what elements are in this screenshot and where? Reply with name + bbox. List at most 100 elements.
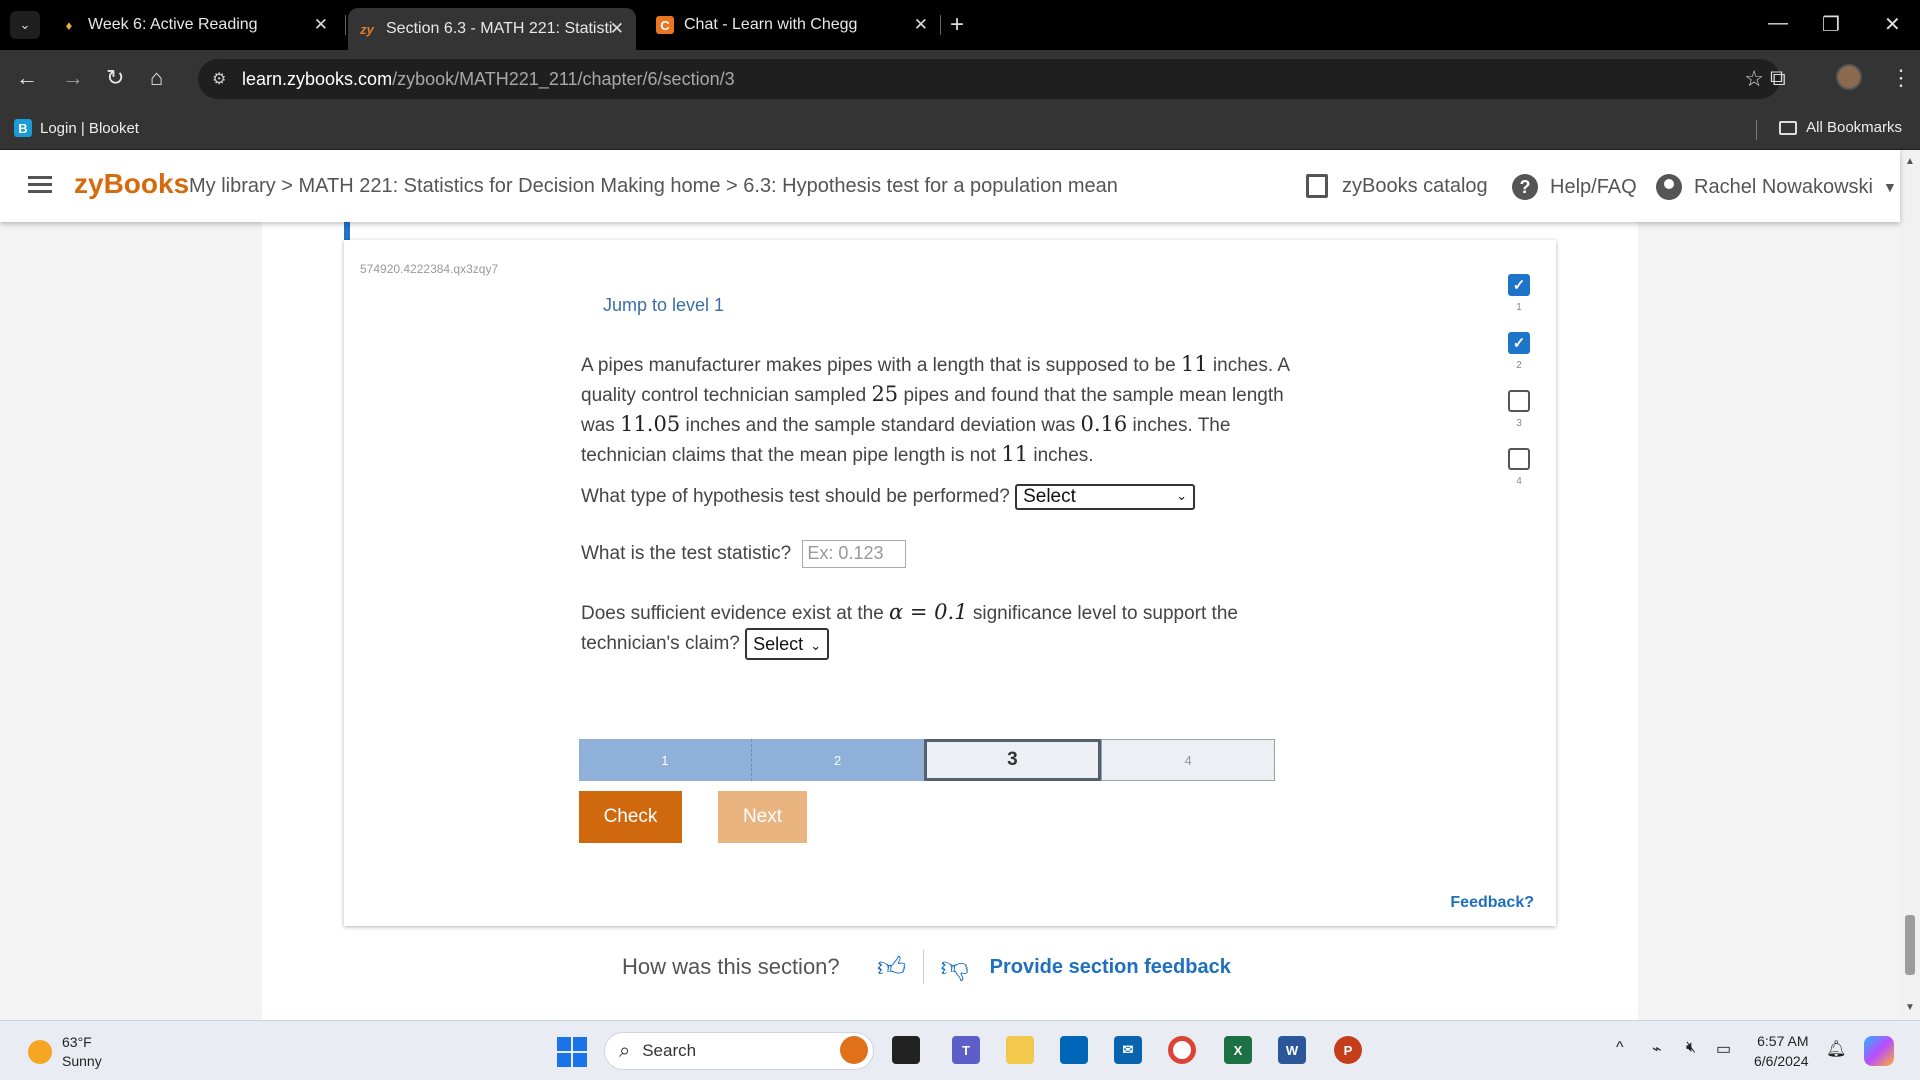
chegg-icon: C bbox=[656, 16, 674, 34]
search-icon: ⌕ bbox=[619, 1039, 631, 1062]
copilot-icon[interactable] bbox=[1864, 1036, 1894, 1066]
zybooks-logo[interactable]: zyBooks bbox=[74, 168, 189, 200]
challenge-activity-card: 574920.4222384.qx3zqy7 Jump to level 1 A… bbox=[344, 240, 1556, 926]
excel-icon[interactable]: X bbox=[1224, 1036, 1252, 1064]
file-explorer-icon[interactable] bbox=[1006, 1036, 1034, 1064]
new-tab-plus-icon[interactable]: + bbox=[950, 11, 964, 39]
progress-level-2[interactable]: 2 bbox=[750, 739, 924, 781]
jump-to-level-link[interactable]: Jump to level 1 bbox=[603, 295, 724, 316]
next-button[interactable]: Next bbox=[718, 791, 807, 843]
notification-bell-icon[interactable]: 🔔︎ bbox=[1826, 1039, 1846, 1059]
clock[interactable]: 6:57 AM 6/6/2024 bbox=[1754, 1031, 1809, 1071]
level-item[interactable]: ✓ 1 bbox=[1504, 274, 1534, 332]
home-icon[interactable]: ⌂ bbox=[150, 65, 163, 91]
windows-start-icon[interactable] bbox=[557, 1037, 587, 1067]
level-progress-bar: 1 2 3 4 bbox=[579, 739, 1275, 781]
caret-down-icon: ▼ bbox=[1882, 179, 1897, 195]
extensions-icon[interactable]: ⧉ bbox=[1770, 65, 1786, 91]
bookmark-blooket[interactable]: B Login | Blooket bbox=[14, 119, 139, 137]
progress-level-1[interactable]: 1 bbox=[579, 739, 751, 781]
user-avatar-icon bbox=[1656, 174, 1682, 200]
page-scrollbar[interactable]: ▲ ▼ bbox=[1900, 150, 1920, 1020]
feedback-link[interactable]: Feedback? bbox=[1450, 894, 1534, 912]
problem-text: A pipes manufacturer makes pipes with a … bbox=[581, 352, 1289, 466]
bookmark-star-icon[interactable]: ☆ bbox=[1744, 66, 1764, 92]
thumbs-up-icon[interactable]: 👍︎ bbox=[875, 950, 909, 984]
folder-icon bbox=[1779, 120, 1798, 135]
chevron-down-icon: ⌄ bbox=[1176, 488, 1188, 503]
site-settings-icon[interactable]: ⚙ bbox=[212, 69, 226, 89]
close-icon[interactable]: ✕ bbox=[610, 19, 624, 39]
task-view-icon[interactable] bbox=[892, 1036, 920, 1064]
checkbox-checked-icon: ✓ bbox=[1508, 274, 1530, 296]
restore-icon[interactable]: ❐ bbox=[1822, 12, 1840, 37]
all-bookmarks[interactable]: All Bookmarks bbox=[1779, 119, 1902, 136]
progress-level-3[interactable]: 3 bbox=[923, 739, 1102, 781]
profile-avatar[interactable] bbox=[1836, 64, 1862, 90]
chevron-down-icon: ⌄ bbox=[810, 638, 822, 653]
tray-chevron-up-icon[interactable]: ^ bbox=[1616, 1039, 1624, 1057]
breadcrumb[interactable]: My library > MATH 221: Statistics for De… bbox=[189, 175, 1118, 198]
taskbar-search[interactable]: ⌕ Search bbox=[604, 1032, 874, 1070]
browser-tabbar: ⌄ ♦ Week 6: Active Reading ✕ zy Section … bbox=[0, 0, 1920, 50]
section-feedback: How was this section? 👍︎ 👎︎ Provide sect… bbox=[622, 950, 1231, 984]
battery-icon[interactable]: ▭ bbox=[1716, 1039, 1731, 1059]
basketball-icon[interactable] bbox=[840, 1036, 868, 1064]
user-menu[interactable]: Rachel Nowakowski ▼ bbox=[1656, 174, 1897, 200]
question-test-statistic: What is the test statistic? Ex: 0.123 bbox=[581, 540, 907, 568]
kebab-menu-icon[interactable]: ⋮ bbox=[1890, 65, 1912, 91]
teams-icon[interactable]: T bbox=[952, 1036, 980, 1064]
activity-id: 574920.4222384.qx3zqy7 bbox=[360, 262, 499, 276]
bookmarks-bar: B Login | Blooket All Bookmarks bbox=[0, 108, 1920, 150]
powerpoint-icon[interactable]: P bbox=[1334, 1036, 1362, 1064]
question-evidence: Does sufficient evidence exist at the α … bbox=[581, 598, 1238, 660]
scroll-down-icon: ▼ bbox=[1905, 1002, 1915, 1013]
checkbox-empty-icon bbox=[1508, 390, 1530, 412]
browser-toolbar: ← → ↻ ⌂ ⚙ learn.zybooks.com/zybook/MATH2… bbox=[0, 50, 1920, 108]
chrome-icon[interactable] bbox=[1168, 1036, 1196, 1064]
weather-widget[interactable]: 63°F Sunny bbox=[28, 1033, 102, 1071]
tab-week6[interactable]: ♦ Week 6: Active Reading ✕ bbox=[60, 8, 340, 42]
checkbox-checked-icon: ✓ bbox=[1508, 332, 1530, 354]
volume-muted-icon[interactable]: 🔇︎ bbox=[1686, 1039, 1696, 1057]
forward-arrow-icon[interactable]: → bbox=[62, 65, 84, 91]
help-faq-link[interactable]: ? Help/FAQ bbox=[1512, 174, 1637, 200]
evidence-select[interactable]: Select ⌄ bbox=[745, 628, 830, 660]
test-type-select[interactable]: Select ⌄ bbox=[1015, 484, 1196, 510]
level-checklist: ✓ 1 ✓ 2 3 4 bbox=[1504, 274, 1534, 506]
hamburger-menu-icon[interactable] bbox=[28, 176, 52, 194]
checkbox-empty-icon bbox=[1508, 448, 1530, 470]
address-bar[interactable]: ⚙ learn.zybooks.com/zybook/MATH221_211/c… bbox=[198, 59, 1780, 99]
url-text: learn.zybooks.com/zybook/MATH221_211/cha… bbox=[242, 69, 735, 89]
help-question-icon: ? bbox=[1512, 174, 1538, 200]
window-close-icon[interactable]: ✕ bbox=[1884, 12, 1901, 37]
close-icon[interactable]: ✕ bbox=[914, 15, 928, 35]
network-icon[interactable]: ⌁ bbox=[1652, 1039, 1662, 1059]
scroll-thumb[interactable] bbox=[1905, 915, 1915, 975]
blooket-icon: B bbox=[14, 119, 32, 137]
thumbs-down-icon[interactable]: 👎︎ bbox=[938, 950, 972, 984]
word-icon[interactable]: W bbox=[1278, 1036, 1306, 1064]
tab-search-chevron-icon[interactable]: ⌄ bbox=[10, 11, 40, 39]
tab-section-6-3[interactable]: zy Section 6.3 - MATH 221: Statisti ✕ bbox=[348, 8, 636, 50]
question-test-type: What type of hypothesis test should be p… bbox=[581, 484, 1196, 510]
reload-icon[interactable]: ↻ bbox=[106, 65, 124, 91]
test-statistic-input[interactable]: Ex: 0.123 bbox=[802, 540, 907, 568]
back-arrow-icon[interactable]: ← bbox=[16, 65, 38, 91]
level-item[interactable]: ✓ 2 bbox=[1504, 332, 1534, 390]
zybooks-catalog-link[interactable]: zyBooks catalog bbox=[1306, 174, 1488, 198]
zy-icon: zy bbox=[360, 21, 374, 37]
level-item[interactable]: 3 bbox=[1504, 390, 1534, 448]
minimize-icon[interactable]: — bbox=[1768, 12, 1788, 35]
store-icon[interactable] bbox=[1060, 1036, 1088, 1064]
progress-level-4[interactable]: 4 bbox=[1101, 739, 1275, 781]
canvas-shield-icon: ♦ bbox=[65, 17, 73, 33]
check-button[interactable]: Check bbox=[579, 791, 682, 843]
close-icon[interactable]: ✕ bbox=[314, 15, 328, 35]
mail-icon[interactable]: ✉ bbox=[1114, 1036, 1142, 1064]
provide-feedback-link[interactable]: Provide section feedback bbox=[990, 956, 1231, 979]
tab-chegg[interactable]: C Chat - Learn with Chegg ✕ bbox=[650, 8, 940, 42]
zybooks-header: zyBooks My library > MATH 221: Statistic… bbox=[0, 150, 1900, 222]
book-icon bbox=[1306, 174, 1328, 198]
level-item[interactable]: 4 bbox=[1504, 448, 1534, 506]
